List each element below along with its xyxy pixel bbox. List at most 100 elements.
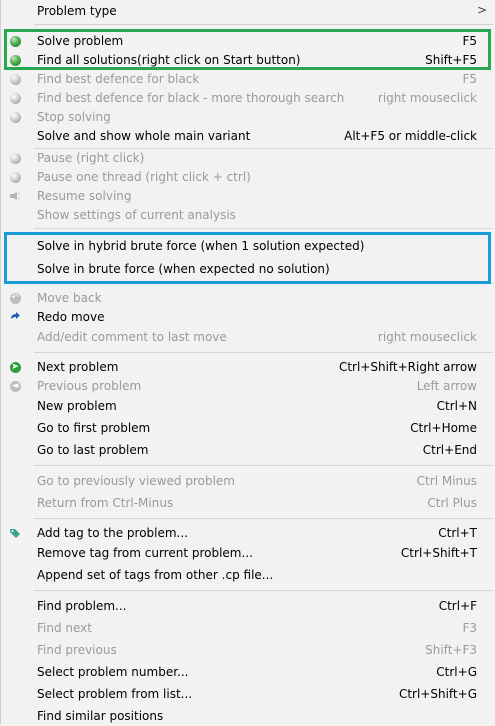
menu-item-go-first-problem[interactable]: Go to first problem Ctrl+Home: [1, 419, 495, 438]
menu-item-add-tag[interactable]: Add tag to the problem... Ctrl+T: [1, 524, 495, 543]
menu-item-label: Find problem...: [37, 599, 127, 613]
menu-item-find-next[interactable]: Find next F3: [1, 619, 495, 638]
menu-item-label: Return from Ctrl-Minus: [37, 496, 174, 510]
undo-arrow-icon: ↶: [9, 292, 21, 304]
menu-item-redo-move[interactable]: Redo move: [1, 308, 495, 327]
menu-item-return-from-ctrl-minus[interactable]: Return from Ctrl-Minus Ctrl Plus: [1, 494, 495, 513]
menu-item-next-problem[interactable]: ➤ Next problem Ctrl+Shift+Right arrow: [1, 358, 495, 377]
menu-item-label: Previous problem: [37, 379, 142, 393]
menu-item-label: Pause (right click): [37, 151, 145, 165]
menu-item-shortcut: Shift+F5: [425, 53, 477, 67]
menu-item-find-previous[interactable]: Find previous Shift+F3: [1, 641, 495, 660]
menu-item-find-problem[interactable]: Find problem... Ctrl+F: [1, 597, 495, 616]
menu-item-shortcut: Shift+F3: [425, 643, 477, 657]
menu-item-label: Next problem: [37, 360, 119, 374]
menu-item-label: Find best defence for black: [37, 72, 200, 86]
menu-item-label: Find previous: [37, 643, 117, 657]
menu-item-stop-solving[interactable]: Stop solving: [1, 108, 495, 127]
gray-ball-icon: [9, 73, 21, 85]
menu-item-shortcut: Ctrl+G: [436, 665, 477, 679]
menu-item-label: Find similar positions: [37, 709, 164, 723]
menu-item-label: Pause one thread (right click + ctrl): [37, 170, 251, 184]
menu-item-show-settings-analysis[interactable]: Show settings of current analysis: [1, 206, 495, 225]
menu-separator: [34, 465, 493, 466]
menu-item-label: Problem type: [37, 4, 117, 18]
menu-item-label: Go to last problem: [37, 443, 149, 457]
submenu-arrow-icon: >: [476, 3, 487, 17]
menu-item-remove-tag[interactable]: Remove tag from current problem... Ctrl+…: [1, 544, 495, 563]
menu-item-label: Go to previously viewed problem: [37, 474, 235, 488]
menu-item-resume-solving[interactable]: Resume solving: [1, 187, 495, 206]
green-arrow-icon: ➤: [9, 361, 21, 373]
menu-separator: [34, 24, 493, 25]
menu-item-solve-problem[interactable]: Solve problem F5: [1, 32, 495, 51]
menu-item-label: Append set of tags from other .cp file..…: [37, 568, 274, 582]
menu-separator: [34, 590, 493, 591]
menu-item-move-back[interactable]: ↶ Move back: [1, 289, 495, 308]
menu-separator: [34, 518, 493, 519]
menu-item-add-edit-comment[interactable]: Add/edit comment to last move right mous…: [1, 328, 495, 347]
menu-item-shortcut: Ctrl+T: [438, 526, 477, 540]
menu-item-select-problem-number[interactable]: Select problem number... Ctrl+G: [1, 663, 495, 682]
menu-item-solve-show-main-variant[interactable]: Solve and show whole main variant Alt+F5…: [1, 127, 495, 146]
menu-item-shortcut: Left arrow: [416, 379, 477, 393]
menu-separator: [34, 352, 493, 353]
menu-item-label: Solve and show whole main variant: [37, 129, 251, 143]
menu-item-label: Solve in brute force (when expected no s…: [37, 262, 330, 276]
menu-item-shortcut: Alt+F5 or middle-click: [344, 129, 477, 143]
resume-icon: [9, 190, 21, 202]
menu-item-label: Stop solving: [37, 110, 111, 124]
menu-item-shortcut: F5: [462, 34, 477, 48]
pause-icon: [9, 152, 21, 164]
menu-item-label: Show settings of current analysis: [37, 208, 236, 222]
menu-item-select-problem-list[interactable]: Select problem from list... Ctrl+Shift+G: [1, 685, 495, 704]
redo-arrow-icon: [9, 311, 21, 323]
menu-item-label: Find best defence for black - more thoro…: [37, 91, 345, 105]
menu-item-shortcut: Ctrl Minus: [416, 474, 477, 488]
gray-arrow-icon: ◄: [9, 380, 21, 392]
menu-item-solve-brute-force[interactable]: Solve in brute force (when expected no s…: [1, 260, 495, 279]
menu-item-label: Find all solutions(right click on Start …: [37, 53, 301, 67]
menu-item-shortcut: Ctrl+Home: [410, 421, 477, 435]
menu-item-previous-problem[interactable]: ◄ Previous problem Left arrow: [1, 377, 495, 396]
menu-item-shortcut: F3: [462, 621, 477, 635]
context-menu: Problem type > Solve problem F5 Find all…: [0, 0, 495, 724]
menu-item-new-problem[interactable]: New problem Ctrl+N: [1, 397, 495, 416]
menu-item-label: Go to first problem: [37, 421, 151, 435]
menu-item-solve-hybrid-brute-force[interactable]: Solve in hybrid brute force (when 1 solu…: [1, 237, 495, 256]
menu-item-label: Move back: [37, 291, 102, 305]
menu-item-go-previously-viewed[interactable]: Go to previously viewed problem Ctrl Min…: [1, 472, 495, 491]
menu-item-find-best-defence[interactable]: Find best defence for black F5: [1, 70, 495, 89]
menu-item-label: Add tag to the problem...: [37, 526, 189, 540]
menu-item-label: Resume solving: [37, 189, 132, 203]
menu-separator: [34, 283, 493, 284]
menu-item-shortcut: Ctrl Plus: [427, 496, 477, 510]
menu-item-label: Solve in hybrid brute force (when 1 solu…: [37, 239, 365, 253]
menu-item-go-last-problem[interactable]: Go to last problem Ctrl+End: [1, 441, 495, 460]
gray-ball-icon: [9, 92, 21, 104]
pause-thread-icon: [9, 171, 21, 183]
menu-item-pause-one-thread[interactable]: Pause one thread (right click + ctrl): [1, 168, 495, 187]
menu-item-problem-type[interactable]: Problem type >: [1, 2, 495, 21]
menu-item-label: Select problem number...: [37, 665, 189, 679]
green-ball-icon: [9, 54, 21, 66]
menu-item-pause[interactable]: Pause (right click): [1, 149, 495, 168]
menu-item-shortcut: right mouseclick: [377, 91, 477, 105]
menu-item-shortcut: right mouseclick: [377, 330, 477, 344]
menu-item-find-all-solutions[interactable]: Find all solutions(right click on Start …: [1, 51, 495, 70]
menu-item-label: New problem: [37, 399, 117, 413]
menu-item-label: Find next: [37, 621, 92, 635]
menu-item-shortcut: Ctrl+Shift+Right arrow: [338, 360, 477, 374]
menu-item-find-similar-positions[interactable]: Find similar positions: [1, 707, 495, 726]
menu-item-append-tags[interactable]: Append set of tags from other .cp file..…: [1, 566, 495, 585]
menu-item-label: Add/edit comment to last move: [37, 330, 227, 344]
menu-item-shortcut: Ctrl+Shift+G: [398, 687, 477, 701]
green-ball-icon: [9, 35, 21, 47]
menu-item-shortcut: Ctrl+End: [422, 443, 477, 457]
menu-item-label: Select problem from list...: [37, 687, 193, 701]
menu-item-shortcut: Ctrl+Shift+T: [400, 546, 477, 560]
menu-item-label: Solve problem: [37, 34, 124, 48]
menu-item-label: Redo move: [37, 310, 105, 324]
menu-item-find-best-defence-thorough[interactable]: Find best defence for black - more thoro…: [1, 89, 495, 108]
menu-separator: [34, 228, 493, 229]
